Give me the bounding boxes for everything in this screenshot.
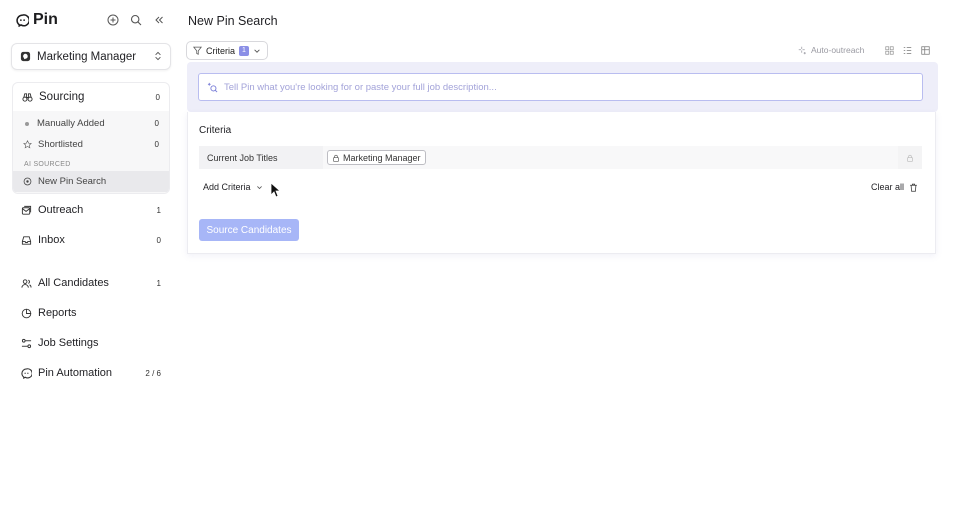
- criteria-chip-label: Marketing Manager: [343, 152, 421, 163]
- criteria-chip[interactable]: Marketing Manager: [327, 150, 426, 165]
- sidebar-item-outreach[interactable]: Outreach 1: [12, 199, 170, 221]
- criteria-count-badge: 1: [239, 45, 249, 56]
- binoculars-icon: [22, 92, 33, 102]
- sourcing-subitems: Manually Added 0 Shortlisted 0 AI SOURCE…: [13, 111, 169, 193]
- auto-outreach-label: Auto-outreach: [811, 45, 865, 55]
- sidebar-item-label: Job Settings: [38, 337, 99, 349]
- sparkle-search-icon: [207, 82, 218, 92]
- sidebar-item-new-pin-search[interactable]: New Pin Search: [13, 171, 169, 192]
- filter-icon: [193, 46, 202, 55]
- clear-all-button[interactable]: Clear all: [871, 182, 918, 192]
- mouse-cursor-icon: [270, 182, 280, 198]
- criteria-panel: [187, 112, 936, 254]
- source-candidates-button[interactable]: Source Candidates: [199, 219, 299, 241]
- row-lock-toggle[interactable]: [898, 146, 922, 169]
- chevron-down-icon: [256, 185, 262, 189]
- sidebar-item-label: All Candidates: [38, 277, 109, 289]
- add-criteria-button[interactable]: Add Criteria: [203, 182, 263, 192]
- pin-logo-icon: [16, 13, 29, 27]
- brand-name: Pin: [33, 11, 58, 28]
- ai-sourced-section-label: AI SOURCED: [24, 161, 71, 168]
- sidebar-item-count: 0: [155, 92, 160, 102]
- sidebar-item-job-settings[interactable]: Job Settings: [12, 332, 170, 354]
- sidebar-item-manually-added[interactable]: Manually Added 0: [13, 113, 169, 134]
- sidebar-item-inbox[interactable]: Inbox 0: [12, 229, 170, 251]
- chevron-down-icon: [254, 48, 260, 53]
- sidebar-item-reports[interactable]: Reports: [12, 302, 170, 324]
- criteria-button-label: Criteria: [206, 45, 236, 56]
- sidebar-item-count: 1: [156, 205, 161, 215]
- sidebar-item-label: Reports: [38, 307, 77, 319]
- criteria-dropdown-button[interactable]: Criteria 1: [186, 41, 268, 60]
- inbox-icon: [21, 235, 32, 245]
- add-circle-icon[interactable]: [106, 13, 120, 27]
- sidebar-item-all-candidates[interactable]: All Candidates 1: [12, 272, 170, 294]
- view-toggle: [880, 42, 934, 58]
- sidebar-item-sourcing[interactable]: Sourcing 0: [13, 83, 169, 111]
- search-icon[interactable]: [129, 13, 143, 27]
- grid-view-icon[interactable]: [880, 42, 898, 58]
- pin-logo-icon: [21, 367, 32, 379]
- criteria-heading: Criteria: [199, 125, 232, 136]
- criteria-row: Current Job Titles Marketing Manager: [199, 146, 922, 169]
- job-icon: [20, 51, 31, 62]
- sidebar-item-count: 0: [156, 235, 161, 245]
- sidebar-item-label: Pin Automation: [38, 367, 112, 379]
- pie-chart-icon: [21, 308, 32, 318]
- lock-icon: [907, 154, 913, 162]
- sidebar-item-count: 0: [154, 119, 159, 128]
- sidebar-item-label: Shortlisted: [38, 139, 83, 150]
- sparkle-icon: [798, 46, 806, 54]
- job-description-input[interactable]: Tell Pin what you're looking for or past…: [198, 73, 923, 101]
- auto-outreach-toggle[interactable]: Auto-outreach: [798, 45, 864, 55]
- sidebar: Pin Marketing Manager Sourcing 0 Manuall…: [0, 0, 180, 522]
- list-view-icon[interactable]: [898, 42, 916, 58]
- sidebar-item-count: 2 / 6: [145, 368, 161, 378]
- chevron-up-down-icon: [154, 51, 162, 63]
- target-icon: [23, 177, 32, 186]
- prompt-placeholder: Tell Pin what you're looking for or past…: [224, 81, 497, 93]
- sidebar-item-count: 0: [154, 140, 159, 149]
- table-view-icon[interactable]: [916, 42, 934, 58]
- star-icon: [23, 140, 32, 149]
- sidebar-item-shortlisted[interactable]: Shortlisted 0: [13, 134, 169, 155]
- add-criteria-label: Add Criteria: [203, 182, 251, 192]
- sourcing-panel: Sourcing 0 Manually Added 0 Shortlisted …: [12, 82, 170, 194]
- trash-icon: [910, 183, 917, 192]
- sidebar-item-label: Outreach: [38, 204, 84, 216]
- settings-sliders-icon: [21, 338, 32, 348]
- collapse-sidebar-icon[interactable]: [152, 13, 166, 27]
- outreach-icon: [21, 205, 32, 215]
- job-selector[interactable]: Marketing Manager: [11, 43, 171, 70]
- sidebar-item-label: Inbox: [38, 234, 65, 246]
- sidebar-top-actions: [106, 13, 166, 27]
- sidebar-item-label: Sourcing: [39, 91, 85, 103]
- criteria-values[interactable]: Marketing Manager: [323, 146, 898, 169]
- sidebar-item-count: 1: [156, 278, 161, 288]
- users-icon: [21, 278, 32, 288]
- job-name: Marketing Manager: [37, 50, 137, 63]
- sidebar-item-label: New Pin Search: [38, 176, 107, 187]
- page-title: New Pin Search: [188, 14, 278, 28]
- sidebar-item-pin-automation[interactable]: Pin Automation 2 / 6: [12, 362, 170, 384]
- clear-all-label: Clear all: [871, 182, 905, 192]
- dot-icon: [25, 121, 29, 126]
- criteria-key: Current Job Titles: [199, 146, 323, 169]
- sidebar-item-label: Manually Added: [37, 118, 105, 129]
- brand[interactable]: Pin: [16, 11, 58, 29]
- lock-icon: [333, 154, 339, 162]
